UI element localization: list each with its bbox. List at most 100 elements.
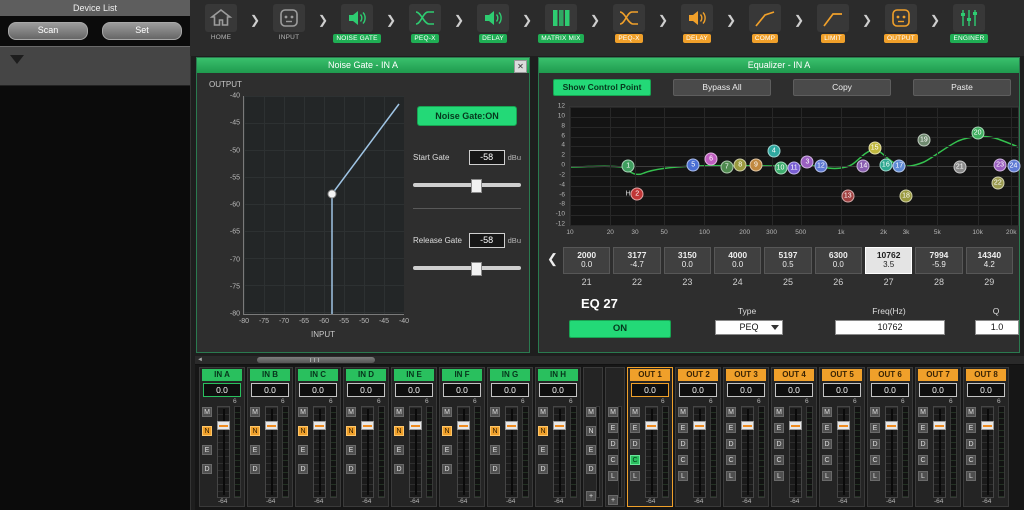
channel-gain-value[interactable]: 0.0 <box>775 383 813 397</box>
channel-button-m[interactable]: M <box>918 407 928 417</box>
fader-handle[interactable] <box>553 421 566 430</box>
channel-button-m[interactable]: M <box>538 407 548 417</box>
channel-label[interactable]: IN E <box>394 369 434 381</box>
eq-control-point-17[interactable]: 17 <box>893 160 906 173</box>
channel-button-d[interactable]: D <box>822 439 832 449</box>
channel-gain-value[interactable]: 0.0 <box>347 383 385 397</box>
channel-button-e[interactable]: E <box>966 423 976 433</box>
channel-button-l[interactable]: L <box>630 471 640 481</box>
eq-control-point-6[interactable]: 6 <box>705 152 718 165</box>
channel-button-m[interactable]: M <box>586 407 596 417</box>
channel-button-e[interactable]: E <box>538 445 548 455</box>
eq-control-point-1[interactable]: 1 <box>622 160 635 173</box>
eq-control-point-24[interactable]: 24 <box>1007 160 1020 173</box>
fader-handle[interactable] <box>981 421 994 430</box>
eq-control-point-13[interactable]: 13 <box>841 189 854 202</box>
toolbar-item-comp[interactable]: COMP <box>738 4 792 43</box>
channel-gain-value[interactable]: 0.0 <box>727 383 765 397</box>
eq-control-point-2[interactable]: 2H <box>631 188 644 201</box>
horizontal-scrollbar[interactable]: ◄ <box>195 356 1024 365</box>
channel-button-d[interactable]: D <box>250 464 260 474</box>
eq-control-point-3[interactable]: 3 <box>801 156 814 169</box>
eq-button-bypass-all[interactable]: Bypass All <box>673 79 771 96</box>
channel-button-l[interactable]: L <box>966 471 976 481</box>
channel-button-m[interactable]: M <box>870 407 880 417</box>
eq-control-point-4[interactable]: 4 <box>767 144 780 157</box>
channel-button-c[interactable]: C <box>774 455 784 465</box>
channel-gain-value[interactable]: 0.0 <box>443 383 481 397</box>
threshold-handle[interactable] <box>328 190 336 198</box>
channel-label[interactable]: OUT 2 <box>678 369 718 381</box>
fader-handle[interactable] <box>313 421 326 430</box>
channel-button-m[interactable]: M <box>966 407 976 417</box>
channel-button-c[interactable]: C <box>726 455 736 465</box>
set-button[interactable]: Set <box>102 22 182 40</box>
channel-button-m[interactable]: M <box>630 407 640 417</box>
eq-control-point-21[interactable]: 21 <box>953 161 966 174</box>
eq-control-point-23[interactable]: 23 <box>994 158 1007 171</box>
channel-button-e[interactable]: E <box>870 423 880 433</box>
eq-band-cell-24[interactable]: 40000.0 <box>714 247 761 274</box>
toolbar-item-noise-gate[interactable]: NOISE GATE <box>330 4 384 43</box>
fader-handle[interactable] <box>217 421 230 430</box>
channel-gain-value[interactable]: 0.0 <box>871 383 909 397</box>
channel-button-d[interactable]: D <box>394 464 404 474</box>
eq-control-point-22[interactable]: 22 <box>991 176 1004 189</box>
toolbar-item-delay[interactable]: DELAY <box>670 4 724 43</box>
channel-button-c[interactable]: C <box>608 455 618 465</box>
channel-label[interactable]: OUT 4 <box>774 369 814 381</box>
eq-band-cell-26[interactable]: 63000.0 <box>815 247 862 274</box>
channel-button-l[interactable]: L <box>678 471 688 481</box>
noise-gate-on-button[interactable]: Noise Gate:ON <box>417 106 517 126</box>
channel-button-c[interactable]: C <box>870 455 880 465</box>
toolbar-item-input[interactable]: INPUT <box>262 4 316 41</box>
channel-label[interactable]: OUT 8 <box>966 369 1006 381</box>
channel-button-e[interactable]: E <box>250 445 260 455</box>
channel-gain-value[interactable]: 0.0 <box>967 383 1005 397</box>
channel-button-d[interactable]: D <box>202 464 212 474</box>
fader-handle[interactable] <box>933 421 946 430</box>
release-gate-value[interactable]: -58 <box>469 233 505 248</box>
channel-button-m[interactable]: M <box>822 407 832 417</box>
channel-button-n[interactable]: N <box>442 426 452 436</box>
q-field[interactable]: 1.0 <box>975 320 1019 335</box>
channel-button-e[interactable]: E <box>822 423 832 433</box>
channel-button-e[interactable]: E <box>726 423 736 433</box>
fader-handle[interactable] <box>265 421 278 430</box>
toolbar-item-matrix-mix[interactable]: MATRIX MIX <box>534 4 588 43</box>
channel-button-m[interactable]: M <box>202 407 212 417</box>
channel-button-d[interactable]: D <box>490 464 500 474</box>
eq-band-cell-22[interactable]: 3177-4.7 <box>613 247 660 274</box>
slider-thumb[interactable] <box>471 179 482 193</box>
channel-button-e[interactable]: E <box>346 445 356 455</box>
eq-band-cell-21[interactable]: 20000.0 <box>563 247 610 274</box>
channel-button-n[interactable]: N <box>202 426 212 436</box>
eq-control-point-10[interactable]: 10 <box>774 162 787 175</box>
toolbar-item-output[interactable]: OUTPUT <box>874 4 928 43</box>
channel-button-m[interactable]: M <box>394 407 404 417</box>
channel-button-d[interactable]: D <box>774 439 784 449</box>
channel-button-d[interactable]: D <box>346 464 356 474</box>
eq-control-point-11[interactable]: 11 <box>788 162 801 175</box>
channel-button-d[interactable]: D <box>298 464 308 474</box>
channel-button-e[interactable]: E <box>394 445 404 455</box>
eq-control-point-9[interactable]: 9 <box>749 158 762 171</box>
channel-button-c[interactable]: C <box>678 455 688 465</box>
channel-button-e[interactable]: E <box>586 445 596 455</box>
toolbar-item-peq-x[interactable]: PEQ-X <box>398 4 452 43</box>
link-plus-button[interactable]: + <box>608 495 618 505</box>
eq-control-point-18[interactable]: 18 <box>900 189 913 202</box>
channel-button-c[interactable]: C <box>918 455 928 465</box>
eq-control-point-5[interactable]: 5 <box>687 158 700 171</box>
fader-handle[interactable] <box>837 421 850 430</box>
link-plus-button[interactable]: + <box>586 491 596 501</box>
channel-button-e[interactable]: E <box>774 423 784 433</box>
channel-button-n[interactable]: N <box>394 426 404 436</box>
channel-button-d[interactable]: D <box>870 439 880 449</box>
type-dropdown[interactable]: PEQ <box>715 320 783 335</box>
channel-button-c[interactable]: C <box>822 455 832 465</box>
freq-field[interactable]: 10762 <box>835 320 945 335</box>
channel-gain-value[interactable]: 0.0 <box>823 383 861 397</box>
eq-control-point-15[interactable]: 15 <box>868 142 881 155</box>
channel-gain-value[interactable]: 0.0 <box>679 383 717 397</box>
